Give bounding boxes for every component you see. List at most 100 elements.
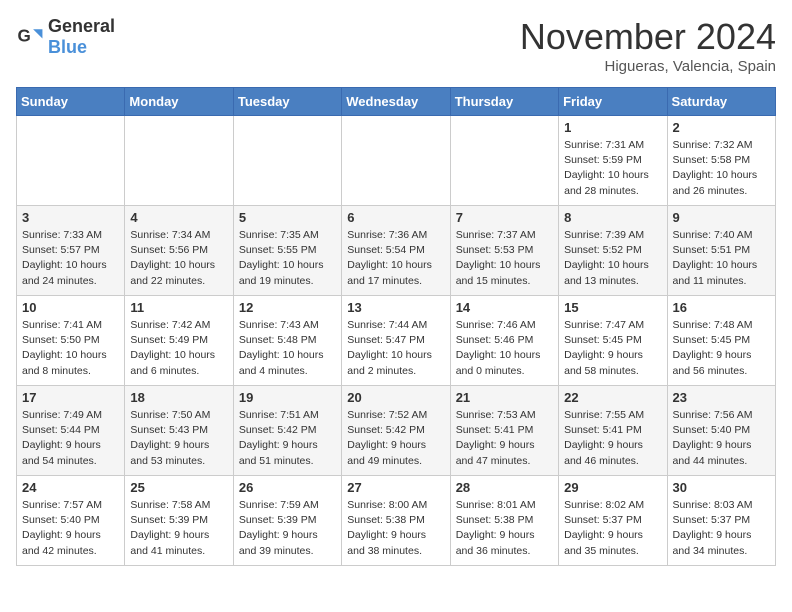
day-info: Sunrise: 7:51 AM Sunset: 5:42 PM Dayligh…: [239, 408, 336, 469]
day-number: 14: [456, 300, 553, 315]
day-info: Sunrise: 7:36 AM Sunset: 5:54 PM Dayligh…: [347, 228, 444, 289]
calendar-cell: 6 Sunrise: 7:36 AM Sunset: 5:54 PM Daylig…: [342, 206, 450, 296]
day-info: Sunrise: 7:56 AM Sunset: 5:40 PM Dayligh…: [673, 408, 770, 469]
calendar-cell: 15 Sunrise: 7:47 AM Sunset: 5:45 PM Dayli…: [559, 296, 667, 386]
day-number: 30: [673, 480, 770, 495]
day-number: 2: [673, 120, 770, 135]
week-row-1: 3 Sunrise: 7:33 AM Sunset: 5:57 PM Daylig…: [17, 206, 776, 296]
week-row-3: 17Sunrise: 7:49 AM Sunset: 5:44 PM Dayli…: [17, 386, 776, 476]
calendar-cell: [342, 116, 450, 206]
calendar-cell: 1Sunrise: 7:31 AM Sunset: 5:59 PM Daylig…: [559, 116, 667, 206]
day-info: Sunrise: 8:01 AM Sunset: 5:38 PM Dayligh…: [456, 498, 553, 559]
calendar-cell: 27Sunrise: 8:00 AM Sunset: 5:38 PM Dayli…: [342, 476, 450, 566]
day-info: Sunrise: 7:48 AM Sunset: 5:45 PM Dayligh…: [673, 318, 770, 379]
calendar-header-row: SundayMondayTuesdayWednesdayThursdayFrid…: [17, 88, 776, 116]
day-info: Sunrise: 7:44 AM Sunset: 5:47 PM Dayligh…: [347, 318, 444, 379]
calendar-cell: 22 Sunrise: 7:55 AM Sunset: 5:41 PM Dayli…: [559, 386, 667, 476]
logo-blue: Blue: [48, 37, 87, 57]
col-header-friday: Friday: [559, 88, 667, 116]
calendar-cell: 29 Sunrise: 8:02 AM Sunset: 5:37 PM Dayli…: [559, 476, 667, 566]
col-header-thursday: Thursday: [450, 88, 558, 116]
day-info: Sunrise: 7:37 AM Sunset: 5:53 PM Dayligh…: [456, 228, 553, 289]
day-number: 11: [130, 300, 227, 315]
calendar-cell: 24 Sunrise: 7:57 AM Sunset: 5:40 PM Dayli…: [17, 476, 125, 566]
day-number: 29: [564, 480, 661, 495]
day-info: Sunrise: 7:39 AM Sunset: 5:52 PM Dayligh…: [564, 228, 661, 289]
day-info: Sunrise: 7:35 AM Sunset: 5:55 PM Dayligh…: [239, 228, 336, 289]
day-number: 19: [239, 390, 336, 405]
svg-text:G: G: [18, 27, 31, 46]
calendar-table: SundayMondayTuesdayWednesdayThursdayFrid…: [16, 87, 776, 566]
calendar-cell: [450, 116, 558, 206]
day-info: Sunrise: 7:50 AM Sunset: 5:43 PM Dayligh…: [130, 408, 227, 469]
day-info: Sunrise: 7:31 AM Sunset: 5:59 PM Dayligh…: [564, 138, 661, 199]
day-number: 15: [564, 300, 661, 315]
day-info: Sunrise: 7:53 AM Sunset: 5:41 PM Dayligh…: [456, 408, 553, 469]
day-number: 24: [22, 480, 119, 495]
day-number: 17: [22, 390, 119, 405]
day-info: Sunrise: 7:43 AM Sunset: 5:48 PM Dayligh…: [239, 318, 336, 379]
page-header: G General Blue November 2024 Higueras, V…: [16, 16, 776, 75]
week-row-2: 10 Sunrise: 7:41 AM Sunset: 5:50 PM Dayli…: [17, 296, 776, 386]
day-number: 18: [130, 390, 227, 405]
day-info: Sunrise: 7:47 AM Sunset: 5:45 PM Dayligh…: [564, 318, 661, 379]
day-number: 20: [347, 390, 444, 405]
calendar-cell: [17, 116, 125, 206]
calendar-cell: [233, 116, 341, 206]
day-info: Sunrise: 7:40 AM Sunset: 5:51 PM Dayligh…: [673, 228, 770, 289]
logo-general: General: [48, 16, 115, 36]
day-number: 13: [347, 300, 444, 315]
calendar-cell: 18 Sunrise: 7:50 AM Sunset: 5:43 PM Dayli…: [125, 386, 233, 476]
day-info: Sunrise: 7:52 AM Sunset: 5:42 PM Dayligh…: [347, 408, 444, 469]
calendar-cell: 30Sunrise: 8:03 AM Sunset: 5:37 PM Dayli…: [667, 476, 775, 566]
calendar-cell: 11 Sunrise: 7:42 AM Sunset: 5:49 PM Dayli…: [125, 296, 233, 386]
week-row-4: 24 Sunrise: 7:57 AM Sunset: 5:40 PM Dayli…: [17, 476, 776, 566]
month-title: November 2024: [520, 16, 776, 58]
calendar-cell: 19 Sunrise: 7:51 AM Sunset: 5:42 PM Dayli…: [233, 386, 341, 476]
calendar-cell: 9 Sunrise: 7:40 AM Sunset: 5:51 PM Daylig…: [667, 206, 775, 296]
calendar-cell: 20 Sunrise: 7:52 AM Sunset: 5:42 PM Dayli…: [342, 386, 450, 476]
day-number: 5: [239, 210, 336, 225]
day-number: 10: [22, 300, 119, 315]
calendar-cell: 26Sunrise: 7:59 AM Sunset: 5:39 PM Dayli…: [233, 476, 341, 566]
day-info: Sunrise: 7:32 AM Sunset: 5:58 PM Dayligh…: [673, 138, 770, 199]
calendar-cell: 16 Sunrise: 7:48 AM Sunset: 5:45 PM Dayli…: [667, 296, 775, 386]
day-info: Sunrise: 7:42 AM Sunset: 5:49 PM Dayligh…: [130, 318, 227, 379]
day-info: Sunrise: 7:46 AM Sunset: 5:46 PM Dayligh…: [456, 318, 553, 379]
day-number: 3: [22, 210, 119, 225]
calendar-cell: 13 Sunrise: 7:44 AM Sunset: 5:47 PM Dayli…: [342, 296, 450, 386]
day-info: Sunrise: 8:02 AM Sunset: 5:37 PM Dayligh…: [564, 498, 661, 559]
calendar-cell: 7Sunrise: 7:37 AM Sunset: 5:53 PM Daylig…: [450, 206, 558, 296]
calendar-cell: 23 Sunrise: 7:56 AM Sunset: 5:40 PM Dayli…: [667, 386, 775, 476]
day-info: Sunrise: 7:58 AM Sunset: 5:39 PM Dayligh…: [130, 498, 227, 559]
title-block: November 2024 Higueras, Valencia, Spain: [520, 16, 776, 75]
day-info: Sunrise: 7:34 AM Sunset: 5:56 PM Dayligh…: [130, 228, 227, 289]
day-number: 16: [673, 300, 770, 315]
day-info: Sunrise: 8:00 AM Sunset: 5:38 PM Dayligh…: [347, 498, 444, 559]
day-info: Sunrise: 7:57 AM Sunset: 5:40 PM Dayligh…: [22, 498, 119, 559]
calendar-cell: 4Sunrise: 7:34 AM Sunset: 5:56 PM Daylig…: [125, 206, 233, 296]
logo-icon: G: [16, 23, 44, 51]
day-number: 28: [456, 480, 553, 495]
calendar-cell: [125, 116, 233, 206]
col-header-sunday: Sunday: [17, 88, 125, 116]
calendar-cell: 3 Sunrise: 7:33 AM Sunset: 5:57 PM Daylig…: [17, 206, 125, 296]
calendar-cell: 10 Sunrise: 7:41 AM Sunset: 5:50 PM Dayli…: [17, 296, 125, 386]
day-number: 23: [673, 390, 770, 405]
day-info: Sunrise: 7:41 AM Sunset: 5:50 PM Dayligh…: [22, 318, 119, 379]
calendar-cell: 14 Sunrise: 7:46 AM Sunset: 5:46 PM Dayli…: [450, 296, 558, 386]
calendar-cell: 21 Sunrise: 7:53 AM Sunset: 5:41 PM Dayli…: [450, 386, 558, 476]
day-number: 22: [564, 390, 661, 405]
calendar-cell: 12Sunrise: 7:43 AM Sunset: 5:48 PM Dayli…: [233, 296, 341, 386]
calendar-cell: 8 Sunrise: 7:39 AM Sunset: 5:52 PM Daylig…: [559, 206, 667, 296]
calendar-cell: 25Sunrise: 7:58 AM Sunset: 5:39 PM Dayli…: [125, 476, 233, 566]
day-info: Sunrise: 7:33 AM Sunset: 5:57 PM Dayligh…: [22, 228, 119, 289]
day-number: 9: [673, 210, 770, 225]
day-number: 8: [564, 210, 661, 225]
col-header-wednesday: Wednesday: [342, 88, 450, 116]
week-row-0: 1Sunrise: 7:31 AM Sunset: 5:59 PM Daylig…: [17, 116, 776, 206]
day-number: 21: [456, 390, 553, 405]
day-number: 6: [347, 210, 444, 225]
day-info: Sunrise: 7:55 AM Sunset: 5:41 PM Dayligh…: [564, 408, 661, 469]
col-header-monday: Monday: [125, 88, 233, 116]
